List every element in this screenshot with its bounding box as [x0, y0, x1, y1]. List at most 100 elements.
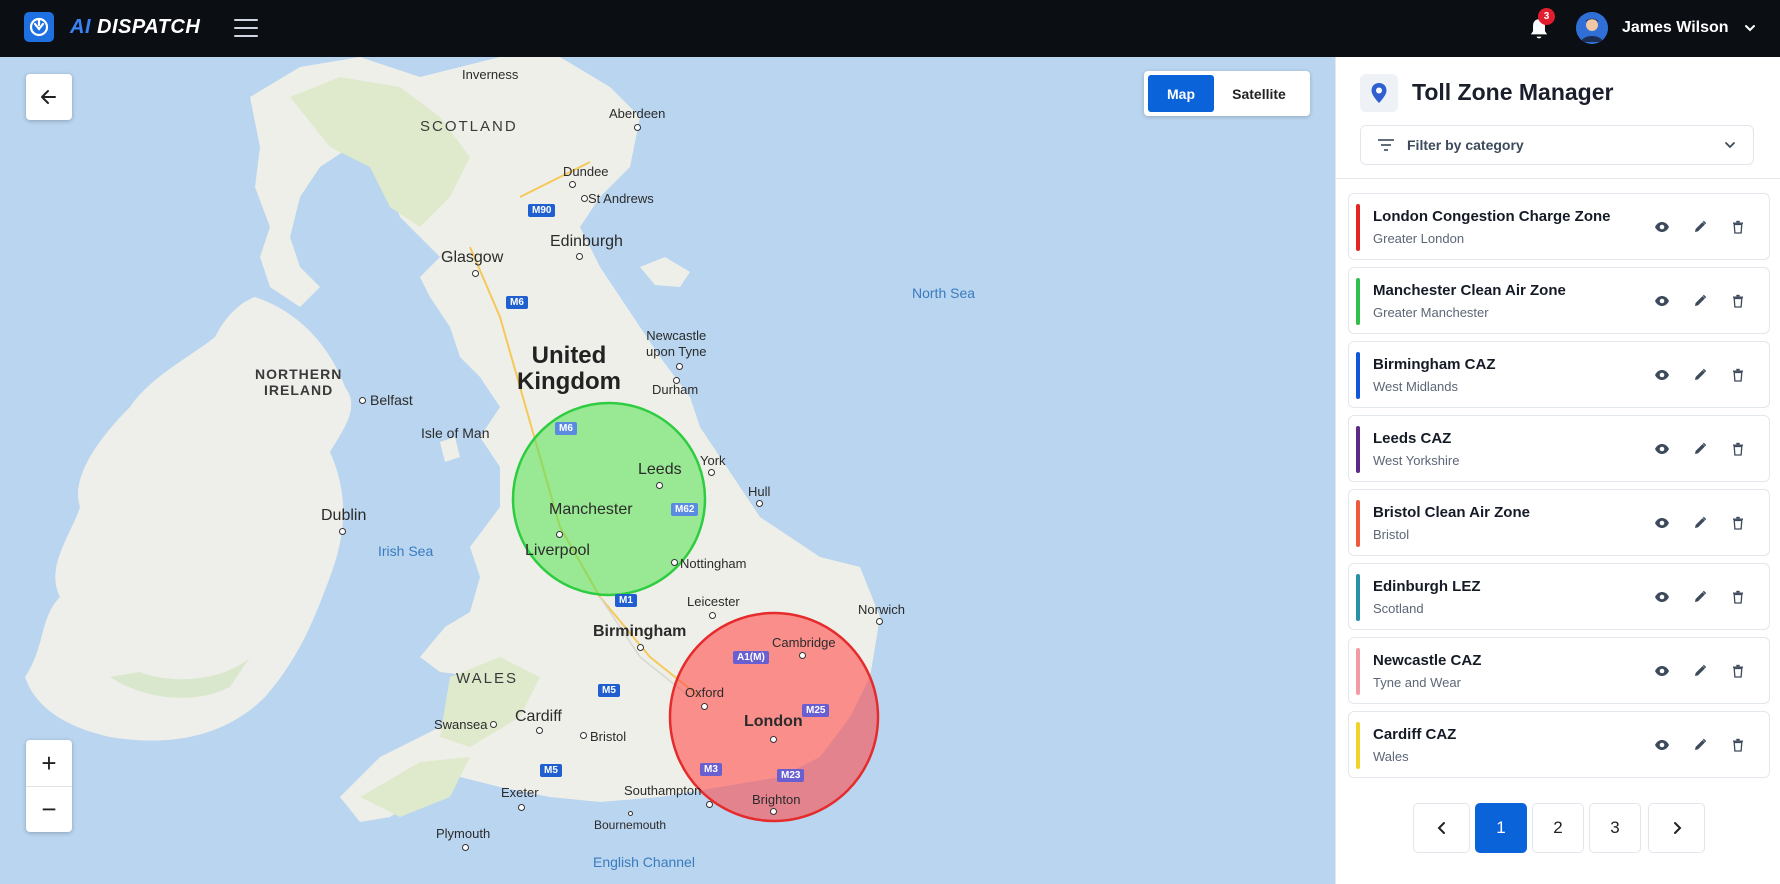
label-cambridge: Cambridge	[772, 635, 836, 650]
zone-list-item[interactable]: Manchester Clean Air Zone Greater Manches…	[1348, 267, 1770, 334]
logo-icon[interactable]	[24, 12, 54, 42]
trash-icon[interactable]	[1727, 438, 1749, 460]
zone-list-item[interactable]: Birmingham CAZ West Midlands	[1348, 341, 1770, 408]
eye-icon[interactable]	[1651, 586, 1673, 608]
trash-icon[interactable]	[1727, 660, 1749, 682]
label-norwich: Norwich	[858, 602, 905, 617]
pencil-icon[interactable]	[1689, 512, 1711, 534]
trash-icon[interactable]	[1727, 290, 1749, 312]
trash-icon[interactable]	[1727, 734, 1749, 756]
brand-name: AI DISPATCH	[70, 16, 201, 38]
zone-list: London Congestion Charge Zone Greater Lon…	[1348, 193, 1770, 785]
eye-icon[interactable]	[1651, 216, 1673, 238]
label-oxford: Oxford	[685, 685, 725, 700]
eye-icon[interactable]	[1651, 734, 1673, 756]
label-brighton: Brighton	[752, 792, 801, 807]
road-m5-south: M5	[540, 764, 562, 777]
filter-label: Filter by category	[1407, 137, 1524, 153]
eye-icon[interactable]	[1651, 364, 1673, 386]
label-leeds: Leeds	[638, 461, 682, 478]
zone-list-item[interactable]: Cardiff CAZ Wales	[1348, 711, 1770, 778]
zone-name: Bristol Clean Air Zone	[1373, 504, 1530, 521]
zoom-out-button[interactable]: −	[26, 786, 72, 832]
zone-color-bar	[1356, 648, 1360, 695]
back-button[interactable]	[26, 74, 72, 120]
label-bristol: Bristol	[590, 729, 627, 744]
zone-color-bar	[1356, 278, 1360, 325]
top-navigation-bar: AI DISPATCH 3 James Wilson	[0, 0, 1780, 57]
zone-list-item[interactable]: London Congestion Charge Zone Greater Lon…	[1348, 193, 1770, 260]
pencil-icon[interactable]	[1689, 364, 1711, 386]
page-button-1[interactable]: 1	[1475, 803, 1527, 853]
pencil-icon[interactable]	[1689, 438, 1711, 460]
zone-list-item[interactable]: Newcastle CAZ Tyne and Wear	[1348, 637, 1770, 704]
zone-list-item[interactable]: Bristol Clean Air Zone Bristol	[1348, 489, 1770, 556]
pencil-icon[interactable]	[1689, 586, 1711, 608]
label-birmingham: Birmingham	[593, 623, 687, 640]
chevron-left-icon	[1437, 822, 1445, 834]
zone-list-item[interactable]: Edinburgh LEZ Scotland	[1348, 563, 1770, 630]
label-nottingham: Nottingham	[680, 556, 747, 571]
trash-icon[interactable]	[1727, 364, 1749, 386]
zone-name: Edinburgh LEZ	[1373, 578, 1481, 595]
zone-region: West Midlands	[1373, 379, 1459, 394]
chevron-down-icon[interactable]	[1743, 21, 1757, 35]
eye-icon[interactable]	[1651, 660, 1673, 682]
pencil-icon[interactable]	[1689, 216, 1711, 238]
label-irish-sea: Irish Sea	[378, 543, 434, 559]
map-view[interactable]: Inverness SCOTLAND Aberdeen Dundee St An…	[0, 57, 1335, 884]
trash-icon[interactable]	[1727, 216, 1749, 238]
label-wales: WALES	[456, 670, 518, 687]
zone-color-bar	[1356, 722, 1360, 769]
label-dundee: Dundee	[563, 164, 609, 179]
zone-color-bar	[1356, 500, 1360, 547]
eye-icon[interactable]	[1651, 290, 1673, 312]
zone-region: Bristol	[1373, 527, 1410, 542]
prev-page-button[interactable]	[1413, 803, 1470, 853]
pencil-icon[interactable]	[1689, 660, 1711, 682]
road-m3: M3	[700, 763, 722, 776]
zone-list-item[interactable]: Leeds CAZ West Yorkshire	[1348, 415, 1770, 482]
next-page-button[interactable]	[1648, 803, 1705, 853]
pencil-icon[interactable]	[1689, 734, 1711, 756]
chevron-down-icon	[1725, 142, 1735, 149]
user-menu[interactable]: James Wilson	[1576, 12, 1757, 44]
zone-name: Leeds CAZ	[1373, 430, 1452, 447]
avatar	[1576, 12, 1608, 44]
label-isle-of-man: Isle of Man	[421, 425, 490, 441]
label-inverness: Inverness	[462, 67, 519, 82]
zone-region: Tyne and Wear	[1373, 675, 1461, 690]
label-northern-ireland: NORTHERN IRELAND	[255, 366, 343, 398]
label-united-kingdom: United Kingdom	[517, 342, 621, 395]
zone-region: Wales	[1373, 749, 1409, 764]
zone-name: Birmingham CAZ	[1373, 356, 1496, 373]
label-scotland: SCOTLAND	[420, 118, 518, 135]
hamburger-icon[interactable]	[234, 19, 258, 37]
road-m1: M1	[615, 594, 637, 607]
pencil-icon[interactable]	[1689, 290, 1711, 312]
map-type-satellite-button[interactable]: Satellite	[1214, 75, 1304, 112]
label-bournemouth: Bournemouth	[594, 818, 667, 832]
zone-name: Cardiff CAZ	[1373, 726, 1457, 743]
label-liverpool: Liverpool	[525, 542, 590, 559]
trash-icon[interactable]	[1727, 512, 1749, 534]
eye-icon[interactable]	[1651, 512, 1673, 534]
page-button-2[interactable]: 2	[1532, 803, 1584, 853]
map-type-toggle: Map Satellite	[1144, 71, 1310, 116]
manchester-zone-circle	[511, 401, 707, 597]
zone-color-bar	[1356, 426, 1360, 473]
zoom-in-button[interactable]: +	[26, 740, 72, 786]
map-type-map-button[interactable]: Map	[1148, 75, 1214, 112]
page-button-3[interactable]: 3	[1589, 803, 1641, 853]
trash-icon[interactable]	[1727, 586, 1749, 608]
eye-icon[interactable]	[1651, 438, 1673, 460]
road-m90: M90	[528, 204, 556, 217]
zone-name: Manchester Clean Air Zone	[1373, 282, 1566, 299]
road-a1m: A1(M)	[733, 651, 769, 664]
label-st-andrews: St Andrews	[588, 191, 654, 206]
toll-zone-panel: Toll Zone Manager Filter by category Lon…	[1335, 57, 1780, 884]
category-filter-dropdown[interactable]: Filter by category	[1360, 125, 1754, 165]
road-m23: M23	[777, 769, 805, 782]
zone-color-bar	[1356, 574, 1360, 621]
zone-name: Newcastle CAZ	[1373, 652, 1482, 669]
